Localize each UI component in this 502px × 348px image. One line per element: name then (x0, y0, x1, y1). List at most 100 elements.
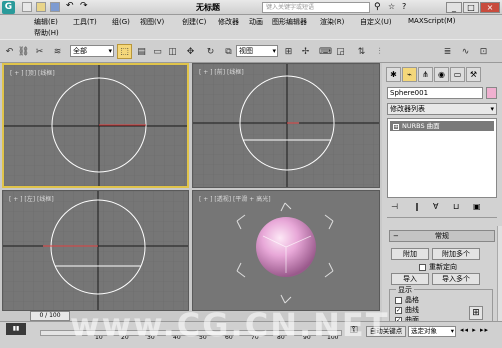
maxscript-listener-icon[interactable]: ▮▮ (6, 323, 26, 335)
viewport-front[interactable]: [ + ] [前] [线框] (192, 63, 380, 188)
menu-bar: 编辑(E) 工具(T) 组(G) 视图(V) 创建(C) 修改器 动画 图形编辑… (0, 15, 502, 39)
select-manipulate-icon[interactable]: ✢ (298, 44, 313, 59)
general-rollout-header[interactable]: − 常规 (389, 230, 495, 242)
attach-button[interactable]: 附加 (391, 248, 429, 260)
nurbs-creation-toolbox-icon[interactable]: ⊞ (469, 306, 483, 320)
collapse-icon: − (393, 232, 399, 240)
viewport-label[interactable]: [ + ] [左] [线框] (9, 194, 54, 203)
viewport-label[interactable]: [ + ] [顶] [线框] (10, 68, 55, 77)
undo-icon[interactable]: ↶ (66, 2, 76, 12)
selection-region-icon[interactable]: ▭ (150, 44, 165, 59)
redo-icon[interactable]: ↷ (80, 2, 90, 12)
hierarchy-tab-icon[interactable]: ⋔ (418, 67, 433, 82)
schematic-view-icon[interactable]: ⊡ (476, 44, 491, 59)
curves-label: 曲线 (405, 306, 419, 314)
save-file-icon[interactable] (50, 2, 60, 12)
panel-scrollbar[interactable] (497, 226, 502, 321)
object-color-swatch[interactable] (486, 87, 497, 99)
help-icon[interactable]: ? (402, 2, 406, 11)
viewport-label[interactable]: [ + ] [前] [线框] (199, 67, 244, 76)
chevron-down-icon: ▾ (490, 105, 494, 113)
keyboard-shortcut-icon[interactable]: ⌨ (318, 44, 333, 59)
open-file-icon[interactable] (36, 2, 46, 12)
viewport-label[interactable]: [ + ] [透视] [平滑 + 高光] (199, 194, 271, 203)
pin-stack-icon[interactable]: ⊣ (391, 202, 398, 211)
stack-item[interactable]: + NURBS 曲面 (390, 121, 494, 131)
attach-multiple-button[interactable]: 附加多个 (432, 248, 480, 260)
object-name-field[interactable]: Sphere001 (387, 87, 483, 99)
configure-sets-icon[interactable]: ▣ (473, 202, 481, 211)
lattices-label: 晶格 (405, 296, 419, 304)
curve-editor-icon[interactable]: ∿ (458, 44, 473, 59)
window-title: 无标题 (196, 3, 220, 12)
app-logo-icon[interactable]: G (2, 1, 15, 14)
watermark-text: www.CG.CN.NET (70, 306, 390, 344)
menu-customize[interactable]: 自定义(U) (360, 17, 392, 27)
viewport-top[interactable]: [ + ] [顶] [线框] (2, 63, 189, 188)
pivot-center-icon[interactable]: ⊞ (281, 44, 296, 59)
menu-rendering[interactable]: 渲染(R) (320, 17, 344, 27)
make-unique-icon[interactable]: ∀ (433, 202, 438, 211)
viewport-top-svg (4, 65, 187, 186)
select-object-icon[interactable]: ⬚ (117, 44, 132, 59)
menu-tools[interactable]: 工具(T) (73, 17, 97, 27)
unlink-icon[interactable]: ✂ (32, 44, 47, 59)
select-rotate-icon[interactable]: ↻ (203, 44, 218, 59)
mirror-icon[interactable]: ⇅ (354, 44, 369, 59)
close-button[interactable]: × (480, 2, 500, 13)
menu-views[interactable]: 视图(V) (140, 17, 164, 27)
reference-coordinate-dropdown[interactable]: 视图 (236, 45, 278, 57)
modifier-list-dropdown[interactable]: 修改器列表 ▾ (387, 103, 497, 115)
selection-filter-dropdown[interactable]: 全部 (70, 45, 114, 57)
display-group-label: 显示 (396, 285, 414, 295)
show-end-result-icon[interactable]: ‖ (415, 202, 419, 211)
viewport-front-svg (193, 64, 379, 187)
menu-create[interactable]: 创建(C) (182, 17, 206, 27)
display-tab-icon[interactable]: ▭ (450, 67, 465, 82)
menu-help[interactable]: 帮助(H) (34, 28, 59, 38)
select-by-name-icon[interactable]: ▤ (134, 44, 149, 59)
maximize-button[interactable]: □ (463, 2, 479, 13)
modifier-stack: + NURBS 曲面 (387, 118, 497, 198)
import-multiple-button[interactable]: 导入多个 (432, 273, 480, 285)
menu-graph-editors[interactable]: 图形编辑器 (272, 17, 307, 27)
menu-group[interactable]: 组(G) (112, 17, 130, 27)
reorient-checkbox[interactable] (419, 264, 426, 271)
menu-modifiers[interactable]: 修改器 (218, 17, 239, 27)
undo-toolbar-icon[interactable]: ↶ (2, 44, 17, 59)
stack-toolbar: ⊣ ‖ ∀ ⊔ ▣ (387, 200, 497, 214)
layer-manager-icon[interactable]: ≣ (440, 44, 455, 59)
utilities-tab-icon[interactable]: ⚒ (466, 67, 481, 82)
search-icon[interactable]: ⚲ (374, 2, 381, 12)
align-icon[interactable]: ⫶ (372, 44, 387, 59)
create-tab-icon[interactable]: ✱ (386, 67, 401, 82)
bind-space-warp-icon[interactable]: ≋ (50, 44, 65, 59)
menu-animation[interactable]: 动画 (249, 17, 263, 27)
window-crossing-icon[interactable]: ◫ (165, 44, 180, 59)
community-icon[interactable]: ☆ (388, 2, 395, 11)
reorient-label: 重新定向 (429, 263, 457, 271)
viewport-perspective[interactable]: [ + ] [透视] [平滑 + 高光] (192, 190, 380, 311)
frame-counter[interactable]: 0 / 100 (30, 311, 70, 321)
viewport-left[interactable]: [ + ] [左] [线框] (2, 190, 189, 311)
expand-icon[interactable]: + (393, 124, 399, 130)
menu-maxscript[interactable]: MAXScript(M) (408, 17, 455, 25)
selected-dropdown[interactable]: 选定对象 ▾ (408, 326, 456, 337)
motion-tab-icon[interactable]: ◉ (434, 67, 449, 82)
remove-modifier-icon[interactable]: ⊔ (453, 202, 459, 211)
playback-controls[interactable]: ◂◂ ▸ ▸▸ (460, 326, 500, 337)
select-scale-icon[interactable]: ⧉ (221, 44, 236, 59)
search-input[interactable]: 键入关键字或短语 (262, 2, 370, 13)
title-bar: G ↶ ↷ 无标题 键入关键字或短语 ⚲ ☆ ? _ □ × (0, 0, 502, 15)
minimize-button[interactable]: _ (446, 2, 462, 13)
link-icon[interactable]: ⛓ (16, 44, 31, 59)
curves-checkbox[interactable]: ✓ (395, 307, 402, 314)
select-move-icon[interactable]: ✥ (183, 44, 198, 59)
menu-edit[interactable]: 编辑(E) (34, 17, 58, 27)
modify-tab-icon[interactable]: ⌁ (402, 67, 417, 82)
new-file-icon[interactable] (22, 2, 32, 12)
lattices-checkbox[interactable] (395, 297, 402, 304)
import-button[interactable]: 导入 (391, 273, 429, 285)
snaps-toggle-icon[interactable]: ◲ (333, 44, 348, 59)
viewport-left-svg (3, 191, 188, 310)
